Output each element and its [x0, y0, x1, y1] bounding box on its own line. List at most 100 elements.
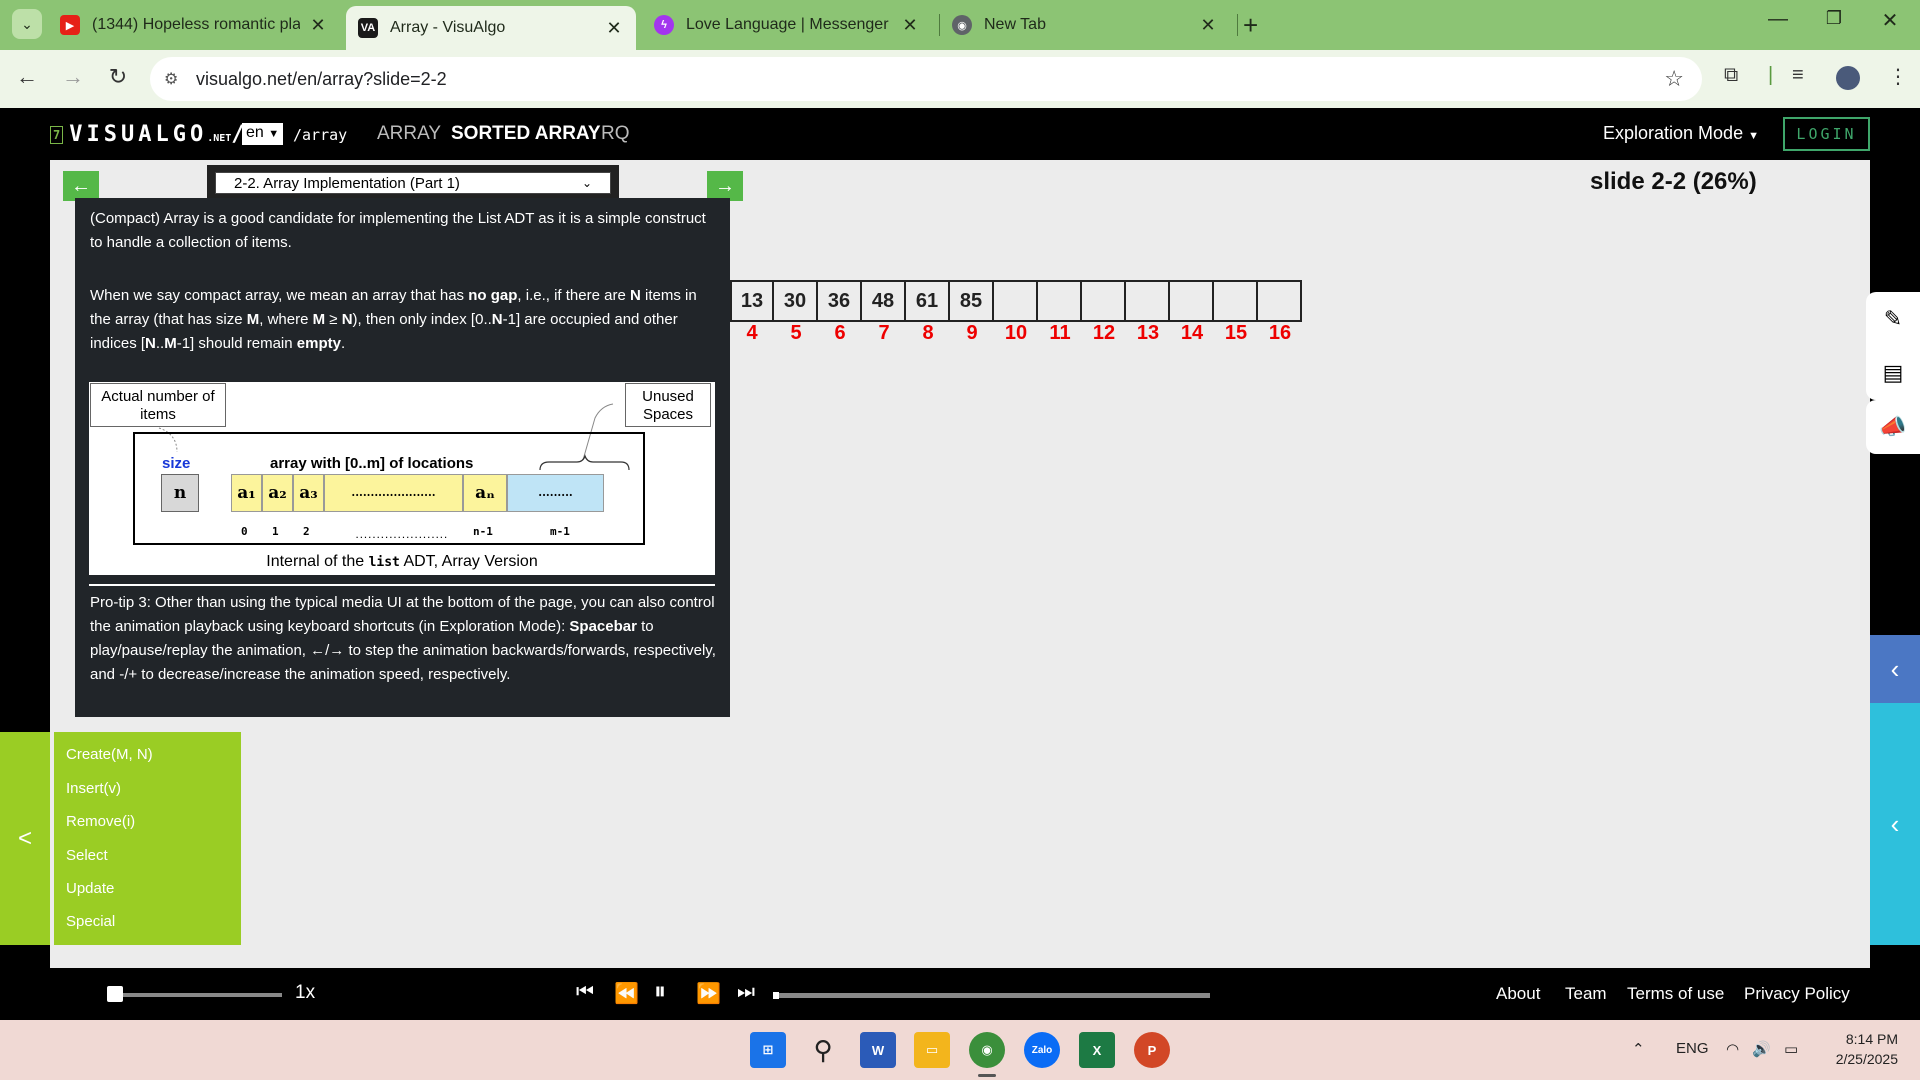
- back-icon[interactable]: ←: [12, 64, 42, 90]
- next-slide-button[interactable]: →: [707, 171, 743, 201]
- close-icon[interactable]: ✕: [308, 15, 328, 36]
- nav-array[interactable]: ARRAY: [377, 123, 441, 145]
- go-to-end-icon[interactable]: ⏭: [737, 981, 755, 1004]
- array-index-label: 5: [790, 322, 802, 344]
- action-create[interactable]: Create(M, N): [66, 746, 153, 763]
- step-forward-icon[interactable]: ⏩: [696, 981, 721, 1006]
- input-language[interactable]: ENG: [1676, 1040, 1709, 1057]
- array-cell: 85: [950, 280, 994, 322]
- array-cell: [1258, 280, 1302, 322]
- new-tab-button[interactable]: +: [1243, 10, 1258, 41]
- link-terms[interactable]: Terms of use: [1627, 984, 1724, 1004]
- figure-array-label: array with [0..m] of locations: [270, 455, 474, 472]
- action-special[interactable]: Special: [66, 913, 115, 930]
- link-about[interactable]: About: [1496, 984, 1540, 1004]
- tab-title: Love Language | Messenger: [686, 16, 889, 33]
- search-icon[interactable]: ⚲: [805, 1032, 841, 1068]
- record-tool-icon[interactable]: ▤: [1866, 346, 1920, 400]
- progress-track[interactable]: [773, 993, 1210, 998]
- slide-indicator: slide 2-2 (26%): [1590, 168, 1757, 195]
- status-panel-toggle[interactable]: ‹: [1870, 635, 1920, 703]
- action-insert[interactable]: Insert(v): [66, 780, 121, 797]
- tray-overflow-icon[interactable]: ⌃: [1632, 1040, 1645, 1058]
- pause-icon[interactable]: ⏸: [654, 978, 666, 1006]
- figure-index-m-1: m-1: [550, 525, 570, 538]
- action-select[interactable]: Select: [66, 847, 108, 864]
- close-window-icon[interactable]: ✕: [1870, 8, 1910, 33]
- file-explorer-icon[interactable]: ▭: [914, 1032, 950, 1068]
- login-button[interactable]: LOGIN: [1783, 117, 1870, 151]
- chevron-left-icon: ‹: [1890, 808, 1900, 839]
- progress-fill: [773, 992, 779, 999]
- figure-inner-frame: size array with [0..m] of locations n a₁…: [133, 432, 645, 545]
- step-backward-icon[interactable]: ⏪: [614, 981, 639, 1006]
- draw-tool-icon[interactable]: ✎: [1866, 292, 1920, 346]
- mode-dropdown[interactable]: Exploration Mode ▼: [1603, 123, 1759, 144]
- tab-new-tab[interactable]: ◉ New Tab ✕: [940, 7, 1230, 43]
- profile-avatar[interactable]: [1836, 66, 1860, 90]
- menu-icon[interactable]: ⋮: [1888, 64, 1908, 89]
- tab-search-button[interactable]: ⌄: [12, 9, 42, 39]
- action-update[interactable]: Update: [66, 880, 114, 897]
- array-index-label: 11: [1049, 322, 1071, 344]
- figure-size-label: size: [162, 455, 191, 472]
- link-privacy[interactable]: Privacy Policy: [1744, 984, 1850, 1004]
- actions-toggle[interactable]: <: [0, 732, 50, 945]
- wifi-icon[interactable]: ◠: [1726, 1040, 1739, 1058]
- visualgo-logo[interactable]: 7 VISUALGO.NET/: [50, 122, 249, 147]
- tab-youtube[interactable]: ▶ (1344) Hopeless romantic playli ✕: [48, 7, 340, 43]
- slide-paragraph-1: (Compact) Array is a good candidate for …: [90, 210, 706, 251]
- codetrace-panel-toggle[interactable]: ‹: [1870, 703, 1920, 945]
- reload-icon[interactable]: ↻: [103, 64, 133, 90]
- chrome-icon: ◉: [952, 15, 972, 35]
- excel-icon[interactable]: X: [1079, 1032, 1115, 1068]
- figure-cell-a1: a₁: [231, 474, 262, 512]
- zalo-icon[interactable]: Zalo: [1024, 1032, 1060, 1068]
- array-index-label: 6: [834, 322, 846, 344]
- url-text[interactable]: visualgo.net/en/array?slide=2-2: [196, 69, 447, 90]
- extensions-icon[interactable]: ⧉: [1724, 64, 1738, 87]
- go-to-beginning-icon[interactable]: ⏮: [576, 981, 594, 1004]
- powerpoint-icon[interactable]: P: [1134, 1032, 1170, 1068]
- mode-label: Exploration Mode: [1603, 123, 1744, 143]
- address-bar[interactable]: ⚙ visualgo.net/en/array?slide=2-2 ☆: [150, 57, 1702, 101]
- restore-icon[interactable]: ❐: [1814, 8, 1854, 29]
- windows-start-icon[interactable]: ⊞: [750, 1032, 786, 1068]
- nav-rq[interactable]: RQ: [601, 123, 630, 145]
- close-icon[interactable]: ✕: [604, 18, 624, 39]
- megaphone-icon[interactable]: 📣: [1866, 400, 1920, 454]
- array-cell: [1038, 280, 1082, 322]
- youtube-icon: ▶: [60, 15, 80, 35]
- figure-index-2: 2: [303, 525, 310, 538]
- figure-cell-unused: .........: [507, 474, 604, 512]
- slide-select[interactable]: 2-2. Array Implementation (Part 1) ⌄: [215, 172, 611, 194]
- close-icon[interactable]: ✕: [1198, 15, 1218, 36]
- speed-slider-track[interactable]: [112, 993, 282, 997]
- minimize-icon[interactable]: —: [1758, 8, 1798, 31]
- tab-title: Array - VisuAlgo: [390, 19, 506, 36]
- tab-messenger[interactable]: ϟ Love Language | Messenger ✕: [642, 7, 932, 43]
- volume-icon[interactable]: 🔊: [1752, 1040, 1771, 1058]
- close-icon[interactable]: ✕: [900, 15, 920, 36]
- site-header: 7 VISUALGO.NET/ en ▼ /array ARRAY SORTED …: [0, 108, 1920, 160]
- nav-sorted-array[interactable]: SORTED ARRAY: [451, 123, 601, 145]
- link-team[interactable]: Team: [1565, 984, 1607, 1004]
- site-info-icon[interactable]: ⚙: [164, 69, 184, 89]
- word-icon[interactable]: W: [860, 1032, 896, 1068]
- logo-number: 7: [50, 126, 64, 144]
- system-clock[interactable]: 8:14 PM 2/25/2025: [1826, 1029, 1898, 1069]
- array-index-label: 7: [878, 322, 890, 344]
- media-control-icon[interactable]: ≡: [1792, 64, 1804, 87]
- forward-icon[interactable]: →: [58, 64, 88, 90]
- prev-slide-button[interactable]: ←: [63, 171, 99, 201]
- battery-icon[interactable]: ▭: [1784, 1040, 1798, 1058]
- action-remove[interactable]: Remove(i): [66, 813, 135, 830]
- chrome-icon[interactable]: ◉: [969, 1032, 1005, 1068]
- tab-visualgo[interactable]: VA Array - VisuAlgo ✕: [346, 6, 636, 50]
- logo-text: VISUALGO: [69, 122, 208, 147]
- e-lecture-panel: (Compact) Array is a good candidate for …: [75, 198, 730, 717]
- bookmark-star-icon[interactable]: ☆: [1664, 66, 1684, 92]
- caret-down-icon: ▼: [1748, 130, 1759, 142]
- language-select[interactable]: en ▼: [242, 123, 284, 145]
- speed-slider-handle[interactable]: [107, 986, 123, 1002]
